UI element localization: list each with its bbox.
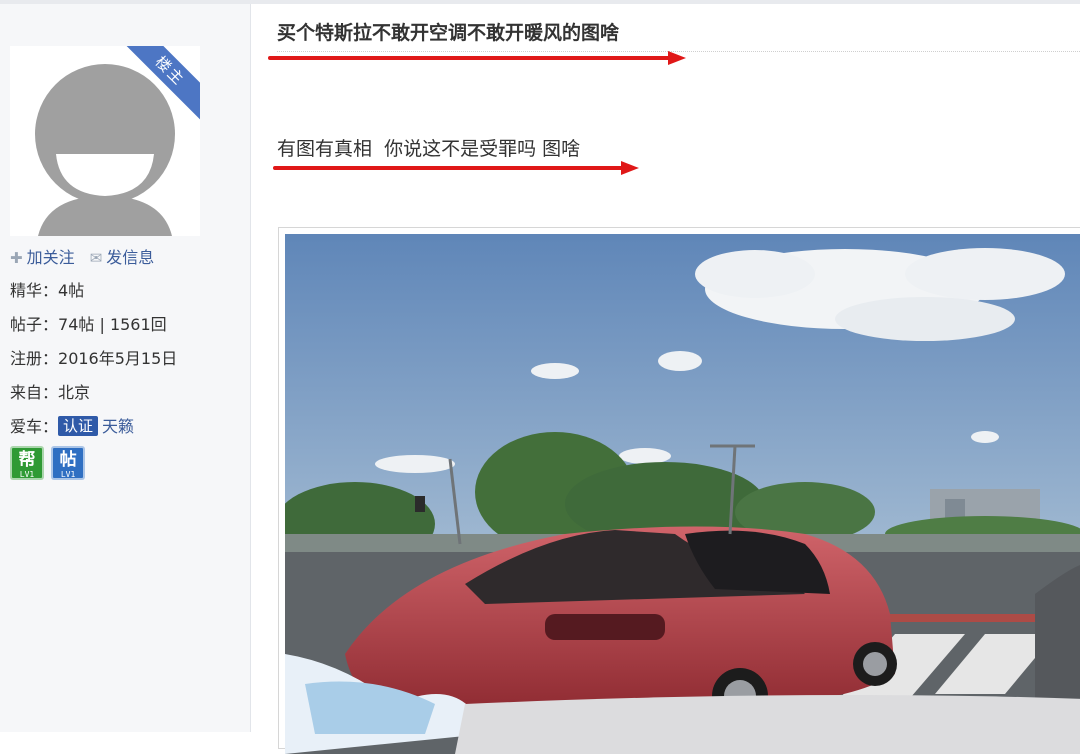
stat-value: 北京: [58, 383, 91, 402]
mail-icon: ✉: [89, 249, 103, 267]
red-arrow-annotation: [268, 51, 686, 65]
level-glyph: 帮: [18, 450, 36, 470]
author-info: ✚ 加关注 ✉ 发信息 精华：4帖 帖子：74帖 | 1561回 注册：2016年5…: [10, 242, 245, 480]
post-body-text: 有图有真相 你说这不是受罪吗 图啥: [277, 138, 581, 160]
stat-car: 爱车： 认证 天籁: [10, 410, 245, 444]
stat-label: 注册：: [10, 349, 59, 368]
stat-label: 来自：: [10, 383, 59, 402]
helper-level-icon[interactable]: 帮 LV1: [10, 446, 44, 480]
message-label: 发信息: [106, 248, 155, 267]
car-model-link[interactable]: 天籁: [102, 417, 134, 436]
author-actions: ✚ 加关注 ✉ 发信息: [10, 242, 245, 274]
stat-digest: 精华：4帖: [10, 274, 245, 308]
stat-label: 精华：: [10, 281, 59, 300]
tesla-photo: [285, 234, 1080, 754]
follow-label: 加关注: [26, 248, 75, 267]
level-badges: 帮 LV1 帖 LV1: [10, 446, 245, 480]
stat-label: 爱车：: [10, 417, 59, 436]
post-image-frame: [278, 227, 1080, 754]
stat-posts: 帖子：74帖 | 1561回: [10, 308, 245, 342]
post-image[interactable]: [285, 234, 1080, 754]
plus-icon: ✚: [10, 249, 23, 267]
stat-label: 帖子：: [10, 315, 59, 334]
author-sidebar: 楼主 ✚ 加关注 ✉ 发信息 精华：4帖 帖子：74帖 | 1561回 注册：201…: [0, 4, 251, 732]
stat-location: 来自：北京: [10, 376, 245, 410]
post-content: 买个特斯拉不敢开空调不敢开暖风的图啥 有图有真相 你说这不是受罪吗 图啥: [251, 4, 1080, 754]
stat-value: 4帖: [58, 281, 85, 300]
post-title: 买个特斯拉不敢开空调不敢开暖风的图啥: [277, 22, 620, 44]
level-text: LV1: [60, 470, 76, 479]
level-glyph: 帖: [59, 450, 77, 470]
red-arrow-annotation: [273, 161, 639, 175]
stat-value: 74帖 | 1561回: [58, 315, 167, 334]
stat-registered: 注册：2016年5月15日: [10, 342, 245, 376]
level-text: LV1: [19, 470, 35, 479]
stat-value: 2016年5月15日: [58, 349, 178, 368]
follow-button[interactable]: ✚ 加关注: [10, 248, 75, 267]
post-level-icon[interactable]: 帖 LV1: [51, 446, 86, 480]
certified-badge: 认证: [58, 416, 99, 436]
message-button[interactable]: ✉ 发信息: [90, 248, 155, 267]
author-avatar[interactable]: 楼主: [10, 46, 200, 236]
